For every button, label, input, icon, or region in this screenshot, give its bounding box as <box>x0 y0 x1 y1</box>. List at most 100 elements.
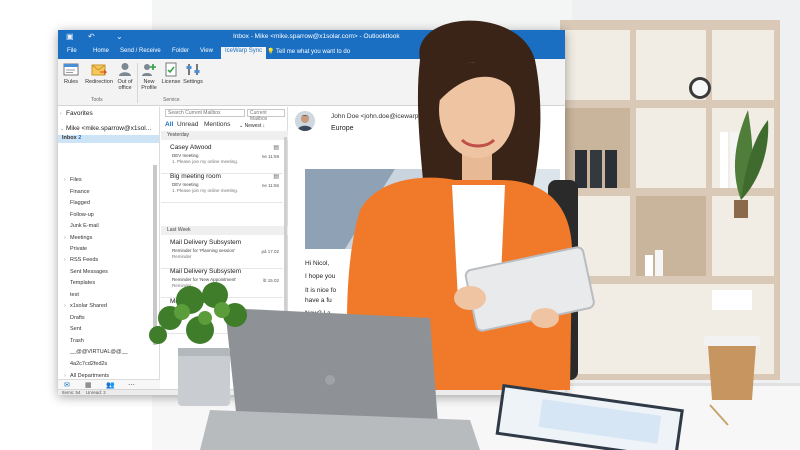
tab-icewarp-sync[interactable]: IceWarp Sync <box>221 47 267 59</box>
folder-item[interactable]: › Files <box>64 177 82 183</box>
redirection-label: Redirection <box>85 79 113 85</box>
sort-arrow-icon: ⌄ <box>239 123 244 129</box>
message-list-scrollbar[interactable] <box>284 137 287 337</box>
message-item[interactable]: Mail Delivery Subsystem Reminder for 'Ne… <box>161 264 283 298</box>
out-of-office-label: Out of office <box>117 79 133 91</box>
folder-item[interactable]: Drafts <box>70 315 85 321</box>
tab-view[interactable]: View <box>200 48 213 54</box>
email-body-line: I hope you <box>305 273 336 280</box>
title-bar: ▣ ↶ ⌄ Inbox - Mike <mike.sparrow@x1solar… <box>58 30 565 46</box>
folder-label: Junk E-mail <box>70 223 99 229</box>
people-icon[interactable]: 👥 <box>106 381 115 389</box>
message-sender: Big meeting room <box>170 173 221 180</box>
folder-item[interactable]: Sent <box>70 326 81 332</box>
search-scope-dropdown[interactable]: Current Mailbox <box>247 109 285 122</box>
new-profile-button[interactable]: New Profile <box>138 62 160 91</box>
folder-item[interactable]: Trash <box>70 338 84 344</box>
folder-label: Follow-up <box>70 212 94 218</box>
more-icon[interactable]: ⋯ <box>128 381 135 389</box>
tab-send-receive[interactable]: Send / Receive <box>120 48 161 54</box>
license-label: License <box>161 79 181 85</box>
favorites-header[interactable]: › Favorites <box>60 110 93 117</box>
out-of-office-button[interactable]: Out of office <box>114 62 136 91</box>
account-header[interactable]: ⌄ Mike <mike.sparrow@x1sol... <box>60 125 151 132</box>
folder-item[interactable]: Finance <box>70 189 90 195</box>
folder-item[interactable]: test <box>70 292 79 298</box>
folder-item[interactable]: Templates <box>70 280 95 286</box>
folder-inbox[interactable]: Inbox 2 <box>58 135 159 143</box>
status-bar: Items: 54 Unread: 2 <box>58 389 565 395</box>
folder-label: Meetings <box>70 235 93 241</box>
folder-label: Sent Messages <box>70 269 108 275</box>
filter-all[interactable]: All <box>165 121 173 128</box>
folder-pane: › Favorites ⌄ Mike <mike.sparrow@x1sol... … <box>58 107 160 390</box>
group-header-yesterday: Yesterday <box>161 131 288 140</box>
message-subject: Reminder for 'New Appointment' <box>172 277 237 282</box>
email-body-line: main ci <box>305 320 326 327</box>
module-switcher: ✉ ▦ 👥 ⋯ <box>58 379 160 389</box>
email-body-line: It is nice fo <box>305 287 337 294</box>
new-profile-label: New Profile <box>141 79 157 91</box>
license-button[interactable]: License <box>160 62 182 85</box>
message-sender: Mail Delivery Subsystem <box>170 239 242 246</box>
folder-item[interactable]: Private <box>70 246 87 252</box>
out-of-office-icon <box>119 63 131 76</box>
filter-unread[interactable]: Unread <box>177 121 198 128</box>
sort-direction-icon: ↓ <box>262 123 266 129</box>
search-input[interactable]: Search Current Mailbox <box>165 109 245 117</box>
tab-file[interactable]: File <box>67 48 77 54</box>
message-preview: Reminder <box>172 254 192 259</box>
reading-subject: Europe <box>331 125 354 132</box>
folder-item[interactable]: Sent Messages <box>70 269 108 275</box>
redirection-icon <box>91 64 107 76</box>
folder-item[interactable]: › Meetings <box>64 235 92 241</box>
save-icon[interactable]: ▣ <box>66 32 74 41</box>
message-sender: Casey Atwood <box>170 144 212 151</box>
message-time: št 15.02 <box>262 278 279 283</box>
folder-pane-scrollbar[interactable] <box>153 165 157 345</box>
tab-folder[interactable]: Folder <box>172 48 189 54</box>
message-sender: Mail Delivery Subsystem <box>170 268 242 275</box>
outlook-window: ▣ ↶ ⌄ Inbox - Mike <mike.sparrow@x1solar… <box>58 30 565 395</box>
calendar-invite-icon: ▤ <box>273 145 279 151</box>
inbox-label: Inbox <box>62 135 77 141</box>
folder-label: __@@VIRTUAL@@__ <box>70 349 128 355</box>
message-subject: DEV meeting <box>172 182 199 187</box>
folder-label: Trash <box>70 338 84 344</box>
tell-me-text: Tell me what you want to do <box>276 49 351 55</box>
rules-icon <box>63 63 79 76</box>
folder-item[interactable]: Junk E-mail <box>70 223 99 229</box>
inbox-unread-count: 2 <box>78 135 82 141</box>
filter-mentions[interactable]: Mentions <box>204 121 230 128</box>
undo-icon[interactable]: ↶ <box>88 32 95 41</box>
tab-home[interactable]: Home <box>93 48 109 54</box>
rules-label: Rules <box>63 79 79 85</box>
rules-button[interactable]: Rules <box>61 62 81 85</box>
settings-button[interactable]: Settings <box>182 62 204 85</box>
tell-me-search[interactable]: 💡 Tell me what you want to do <box>267 48 350 55</box>
folder-item[interactable]: __@@VIRTUAL@@__ <box>70 349 128 355</box>
ribbon-tabs: File Home Send / Receive Folder View Ice… <box>58 46 565 59</box>
folder-label: 4a2c7cd2fed2s <box>70 361 108 367</box>
mail-icon[interactable]: ✉ <box>64 381 70 389</box>
sort-label: Newest <box>244 123 262 129</box>
message-item[interactable]: Big meeting room ▤ DEV meeting 1. Please… <box>161 169 283 203</box>
new-profile-icon <box>142 64 156 76</box>
calendar-icon[interactable]: ▦ <box>85 381 92 389</box>
folder-label: RSS Feeds <box>70 257 99 263</box>
folder-label: Drafts <box>70 315 85 321</box>
redirection-button[interactable]: Redirection <box>84 62 114 85</box>
message-time: st 14.02 <box>262 322 279 327</box>
customize-toolbar-icon[interactable]: ⌄ <box>116 32 123 41</box>
folder-item[interactable]: 4a2c7cd2fed2s <box>70 361 107 367</box>
sort-dropdown[interactable]: ⌄ Newest ↓ <box>239 123 265 129</box>
folder-label: Finance <box>70 189 90 195</box>
folder-item[interactable]: › RSS Feeds <box>64 257 98 263</box>
folder-item[interactable]: Flagged <box>70 200 90 206</box>
message-item[interactable]: Mike Wazzowsky st 14.02 <box>161 294 283 334</box>
message-list: Search Current Mailbox Current Mailbox A… <box>161 107 288 379</box>
message-time: ne 11:59 <box>261 154 279 159</box>
folder-item[interactable]: › x1solar Shared <box>64 303 107 309</box>
window-title: Inbox - Mike <mike.sparrow@x1solar.com> … <box>233 33 400 40</box>
folder-item[interactable]: Follow-up <box>70 212 94 218</box>
